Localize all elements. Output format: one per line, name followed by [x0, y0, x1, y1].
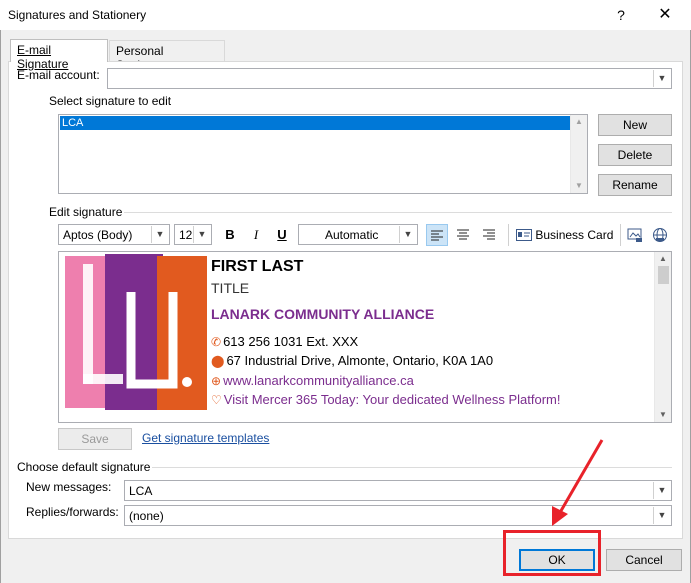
signature-wellness[interactable]: Visit Mercer 365 Today: Your dedicated W… — [224, 392, 561, 407]
chevron-down-icon: ▼ — [151, 226, 168, 243]
tab-personal-stationery[interactable]: Personal Stationery — [109, 40, 225, 72]
cancel-button[interactable]: Cancel — [606, 549, 682, 571]
signature-address: 67 Industrial Drive, Almonte, Ontario, K… — [226, 353, 494, 368]
select-signature-label: Select signature to edit — [49, 94, 172, 108]
toolbar-separator — [508, 224, 509, 246]
font-size-value: 12 — [179, 228, 193, 242]
insert-picture-icon — [627, 228, 642, 242]
delete-button[interactable]: Delete — [598, 144, 672, 166]
insert-picture-button[interactable] — [625, 224, 645, 246]
annotation-arrow — [552, 439, 604, 526]
choose-default-signature-label: Choose default signature — [17, 460, 151, 474]
phone-icon: ✆ — [211, 335, 222, 349]
business-card-button[interactable]: Business Card — [516, 224, 616, 246]
chevron-down-icon: ▼ — [653, 482, 670, 499]
signature-website[interactable]: www.lanarkcommunityalliance.ca — [223, 373, 414, 388]
underline-button[interactable]: U — [273, 224, 291, 246]
globe-icon: ⊕ — [211, 374, 222, 388]
signature-list-item-lca[interactable]: LCA — [60, 116, 570, 130]
align-center-button[interactable] — [452, 224, 474, 246]
business-card-icon — [516, 229, 532, 241]
chevron-down-icon: ▼ — [653, 507, 670, 524]
replies-forwards-label: Replies/forwards: — [26, 505, 119, 519]
font-size-dropdown[interactable]: 12 ▼ — [174, 224, 212, 245]
signature-name: FIRST LAST — [211, 258, 304, 275]
tab-email-signature[interactable]: E-mail Signature — [10, 39, 108, 71]
editor-scrollbar[interactable]: ▲ ▼ — [654, 252, 671, 422]
lca-logo-image — [65, 254, 207, 410]
font-color-value: Automatic — [325, 228, 379, 242]
new-messages-label: New messages: — [26, 480, 112, 494]
align-center-icon — [457, 229, 469, 240]
chevron-down-icon: ▼ — [193, 226, 210, 243]
font-value: Aptos (Body) — [63, 228, 133, 242]
signature-phone-line: ✆ 613 256 1031 Ext. XXX — [211, 334, 358, 349]
signature-wellness-line: ♡ Visit Mercer 365 Today: Your dedicated … — [211, 392, 561, 407]
align-left-icon — [431, 230, 443, 241]
align-right-button[interactable] — [478, 224, 500, 246]
window-title: Signatures and Stationery — [8, 8, 147, 22]
insert-hyperlink-button[interactable] — [650, 224, 670, 246]
toolbar-separator — [620, 224, 621, 246]
close-button[interactable]: ✕ — [650, 3, 680, 27]
editor-scroll-thumb[interactable] — [658, 266, 669, 284]
chevron-down-icon: ▼ — [653, 70, 670, 87]
hyperlink-icon — [653, 228, 667, 242]
save-button[interactable]: Save — [58, 428, 132, 450]
signature-website-line: ⊕ www.lanarkcommunityalliance.ca — [211, 373, 414, 388]
help-button[interactable]: ? — [608, 3, 634, 27]
signature-editor[interactable]: FIRST LAST TITLE LANARK COMMUNITY ALLIAN… — [58, 251, 672, 423]
signature-title: TITLE — [211, 280, 250, 296]
bold-button[interactable]: B — [221, 224, 239, 246]
align-left-button[interactable] — [426, 224, 448, 246]
signature-address-line: ⬤ 67 Industrial Drive, Almonte, Ontario, … — [211, 353, 493, 368]
scroll-up-icon[interactable]: ▲ — [655, 252, 671, 266]
business-card-label: Business Card — [535, 228, 614, 242]
rename-button[interactable]: Rename — [598, 174, 672, 196]
email-account-dropdown[interactable]: ▼ — [107, 68, 672, 89]
replies-forwards-value: (none) — [129, 509, 164, 523]
edit-signature-divider — [124, 212, 672, 213]
location-pin-icon: ⬤ — [211, 354, 225, 368]
hands-heart-icon: ♡ — [211, 393, 222, 407]
scroll-down-icon[interactable]: ▼ — [655, 408, 671, 422]
font-dropdown[interactable]: Aptos (Body) ▼ — [58, 224, 170, 245]
tab-email-signature-label: E-mail Signature — [17, 43, 69, 71]
italic-button[interactable]: I — [247, 224, 265, 246]
align-right-icon — [483, 229, 495, 240]
signature-list-scrollbar[interactable]: ▲ ▼ — [570, 115, 587, 193]
signature-list[interactable]: LCA ▲ ▼ — [58, 114, 588, 194]
chevron-down-icon: ▼ — [399, 226, 416, 243]
font-color-dropdown[interactable]: Automatic ▼ — [298, 224, 418, 245]
scroll-down-icon[interactable]: ▼ — [571, 179, 587, 193]
get-signature-templates-link[interactable]: Get signature templates — [142, 431, 269, 445]
signature-organization: LANARK COMMUNITY ALLIANCE — [211, 306, 435, 322]
new-button[interactable]: New — [598, 114, 672, 136]
annotation-highlight-box — [503, 530, 601, 576]
new-messages-value: LCA — [129, 484, 153, 498]
edit-signature-label: Edit signature — [49, 205, 123, 219]
signature-phone: 613 256 1031 Ext. XXX — [223, 334, 359, 349]
scroll-up-icon[interactable]: ▲ — [571, 115, 587, 129]
